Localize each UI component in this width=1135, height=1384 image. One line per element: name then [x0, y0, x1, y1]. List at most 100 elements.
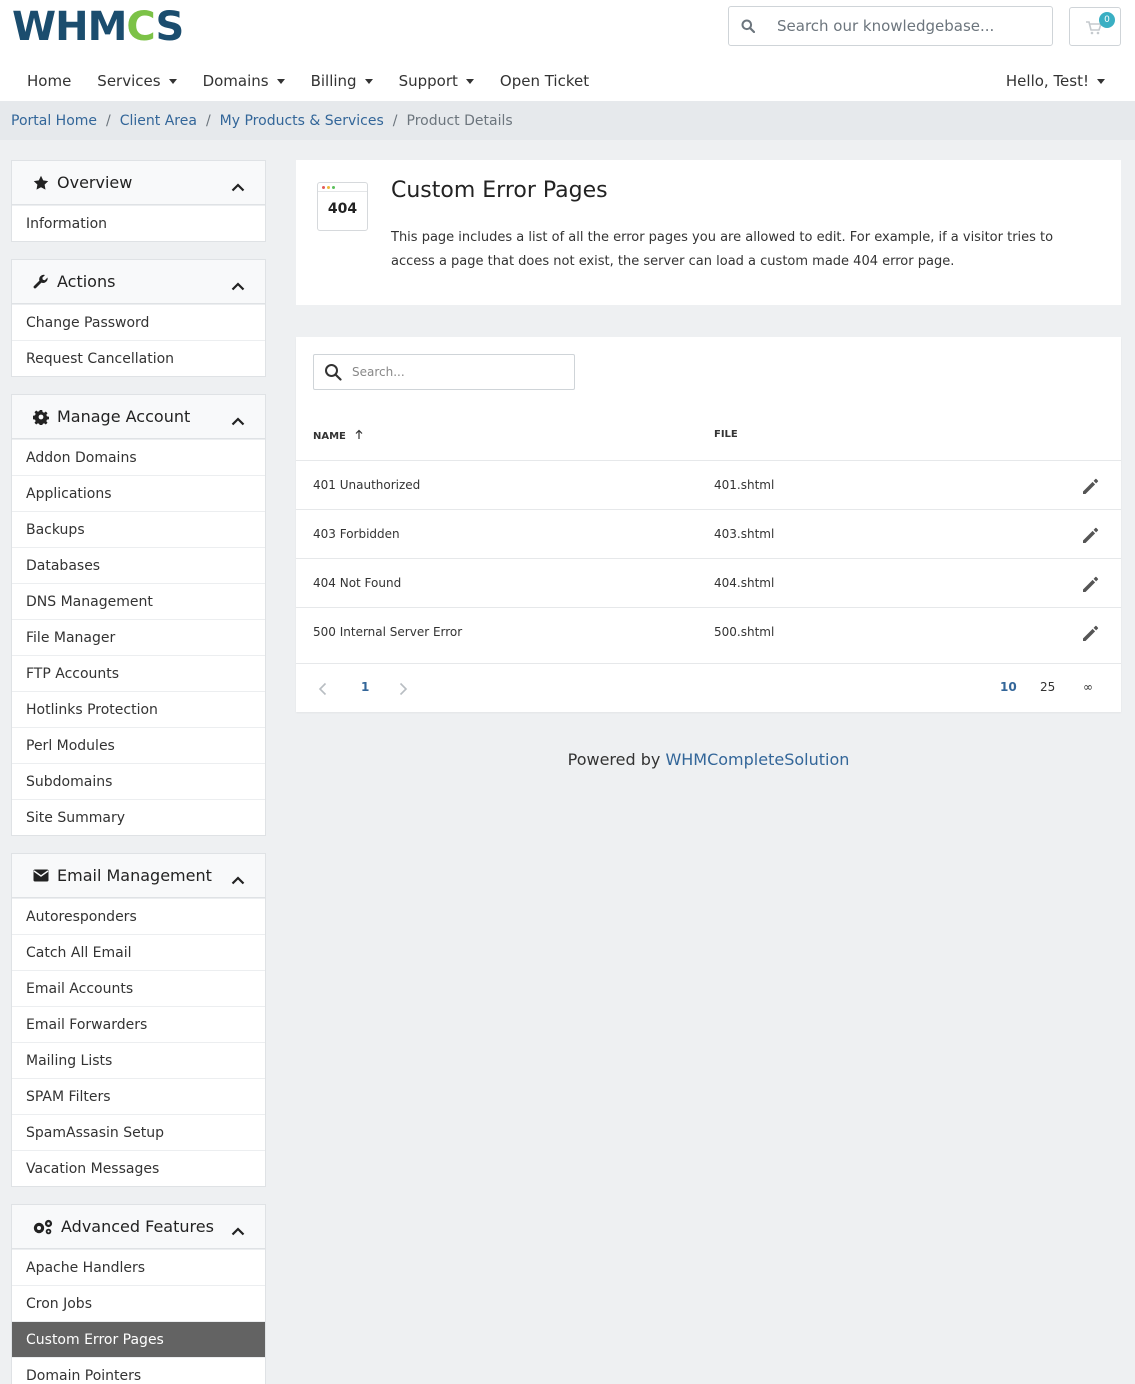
sidebar-item-addon-domains[interactable]: Addon Domains — [12, 439, 265, 475]
nav-home[interactable]: Home — [14, 72, 84, 90]
nav-services[interactable]: Services — [84, 72, 189, 90]
caret-down-icon — [364, 78, 373, 84]
sidebar-item-vacation-messages[interactable]: Vacation Messages — [12, 1150, 265, 1186]
table-search[interactable] — [313, 354, 575, 390]
column-file-header[interactable]: FILE — [714, 429, 738, 440]
breadcrumb-portal-home[interactable]: Portal Home — [11, 113, 97, 129]
table-row: 403 Forbidden 403.shtml — [296, 510, 1121, 559]
sidebar-item-spam-filters[interactable]: SPAM Filters — [12, 1078, 265, 1114]
nav-support[interactable]: Support — [386, 72, 487, 90]
page-description: This page includes a list of all the err… — [391, 230, 1054, 269]
breadcrumb-client-area[interactable]: Client Area — [120, 113, 197, 129]
sidebar-item-domain-pointers[interactable]: Domain Pointers — [12, 1357, 265, 1384]
search-icon — [729, 19, 767, 33]
panel-overview-header[interactable]: Overview — [12, 161, 265, 205]
sidebar-item-information[interactable]: Information — [12, 205, 265, 241]
chevron-up-icon[interactable] — [231, 870, 245, 889]
chevron-left-icon[interactable] — [318, 681, 327, 700]
cart-button[interactable]: 0 — [1069, 7, 1121, 46]
footer: Powered by WHMCompleteSolution — [567, 750, 850, 769]
sidebar-item-email-forwarders[interactable]: Email Forwarders — [12, 1006, 265, 1042]
page-size-10[interactable]: 10 — [1000, 680, 1017, 694]
page-number-current[interactable]: 1 — [361, 680, 369, 694]
sidebar: Overview Information Actions Change Pass… — [11, 160, 266, 1384]
breadcrumb-products-services[interactable]: My Products & Services — [220, 113, 384, 129]
caret-down-icon — [276, 78, 285, 84]
panel-manage-account: Manage Account Addon Domains Application… — [11, 394, 266, 836]
panel-actions-header[interactable]: Actions — [12, 260, 265, 304]
sidebar-item-file-manager[interactable]: File Manager — [12, 619, 265, 655]
page-size-all[interactable]: ∞ — [1083, 680, 1093, 694]
chevron-up-icon[interactable] — [231, 411, 245, 430]
breadcrumb-current: Product Details — [406, 112, 513, 129]
table-row: 500 Internal Server Error 500.shtml — [296, 608, 1121, 657]
edit-pencil-icon[interactable] — [1080, 475, 1102, 497]
page-title: Custom Error Pages — [391, 178, 608, 203]
nav-domains[interactable]: Domains — [190, 72, 298, 90]
knowledgebase-search-input[interactable] — [767, 17, 1052, 35]
sidebar-item-dns-management[interactable]: DNS Management — [12, 583, 265, 619]
error-pages-table-card: NAME FILE 401 Unauthorized 401.shtml 403… — [296, 337, 1121, 712]
intro-card: 404 Custom Error Pages This page include… — [296, 160, 1121, 305]
sidebar-item-autoresponders[interactable]: Autoresponders — [12, 898, 265, 934]
error-page-thumbnail: 404 — [317, 182, 368, 231]
chevron-up-icon[interactable] — [231, 1221, 245, 1240]
nav-billing[interactable]: Billing — [298, 72, 386, 90]
panel-overview: Overview Information — [11, 160, 266, 242]
edit-pencil-icon[interactable] — [1080, 622, 1102, 644]
chevron-right-icon[interactable] — [399, 681, 408, 700]
chevron-up-icon[interactable] — [231, 177, 245, 196]
wrench-icon — [32, 274, 50, 290]
caret-down-icon — [465, 78, 474, 84]
sidebar-item-subdomains[interactable]: Subdomains — [12, 763, 265, 799]
table-search-input[interactable] — [352, 365, 574, 379]
nav-open-ticket[interactable]: Open Ticket — [487, 72, 602, 90]
edit-pencil-icon[interactable] — [1080, 573, 1102, 595]
gear-icon — [32, 409, 50, 425]
table-header: NAME FILE — [296, 415, 1121, 461]
sidebar-item-mailing-lists[interactable]: Mailing Lists — [12, 1042, 265, 1078]
sort-arrow-up-icon — [355, 429, 363, 443]
sidebar-item-request-cancellation[interactable]: Request Cancellation — [12, 340, 265, 376]
cogs-icon — [32, 1219, 54, 1235]
caret-down-icon — [168, 78, 177, 84]
panel-email-management-header[interactable]: Email Management — [12, 854, 265, 898]
edit-pencil-icon[interactable] — [1080, 524, 1102, 546]
sidebar-item-perl-modules[interactable]: Perl Modules — [12, 727, 265, 763]
cart-count-badge: 0 — [1099, 12, 1115, 28]
main-navigation: Home Services Domains Billing Support Op… — [14, 63, 602, 99]
sidebar-item-change-password[interactable]: Change Password — [12, 304, 265, 340]
sidebar-item-backups[interactable]: Backups — [12, 511, 265, 547]
column-name-header[interactable]: NAME — [313, 429, 363, 443]
sidebar-item-site-summary[interactable]: Site Summary — [12, 799, 265, 835]
chevron-up-icon[interactable] — [231, 276, 245, 295]
page-size-25[interactable]: 25 — [1040, 680, 1055, 694]
table-row: 404 Not Found 404.shtml — [296, 559, 1121, 608]
breadcrumb: Portal Home / Client Area / My Products … — [0, 101, 1135, 140]
sidebar-item-email-accounts[interactable]: Email Accounts — [12, 970, 265, 1006]
panel-advanced-features-header[interactable]: Advanced Features — [12, 1205, 265, 1249]
sidebar-item-apache-handlers[interactable]: Apache Handlers — [12, 1249, 265, 1285]
sidebar-item-databases[interactable]: Databases — [12, 547, 265, 583]
sidebar-item-ftp-accounts[interactable]: FTP Accounts — [12, 655, 265, 691]
sidebar-item-cron-jobs[interactable]: Cron Jobs — [12, 1285, 265, 1321]
star-icon — [32, 175, 50, 191]
sidebar-item-applications[interactable]: Applications — [12, 475, 265, 511]
top-header: WHMCS 0 Home Services Domains Billing Su… — [0, 0, 1135, 101]
panel-advanced-features: Advanced Features Apache Handlers Cron J… — [11, 1204, 266, 1384]
panel-email-management: Email Management Autoresponders Catch Al… — [11, 853, 266, 1187]
panel-actions: Actions Change Password Request Cancella… — [11, 259, 266, 377]
sidebar-item-hotlinks-protection[interactable]: Hotlinks Protection — [12, 691, 265, 727]
pagination: 1 10 25 ∞ — [296, 663, 1121, 712]
footer-link-whmcs[interactable]: WHMCompleteSolution — [665, 750, 849, 769]
search-icon — [314, 363, 352, 381]
whmcs-logo[interactable]: WHMCS — [12, 4, 184, 50]
sidebar-item-spamassasin-setup[interactable]: SpamAssasin Setup — [12, 1114, 265, 1150]
panel-manage-account-header[interactable]: Manage Account — [12, 395, 265, 439]
user-menu[interactable]: Hello, Test! — [1006, 63, 1105, 99]
sidebar-item-catch-all-email[interactable]: Catch All Email — [12, 934, 265, 970]
knowledgebase-search[interactable] — [728, 6, 1053, 46]
sidebar-item-custom-error-pages[interactable]: Custom Error Pages — [12, 1321, 265, 1357]
table-row: 401 Unauthorized 401.shtml — [296, 461, 1121, 510]
caret-down-icon — [1097, 78, 1105, 84]
